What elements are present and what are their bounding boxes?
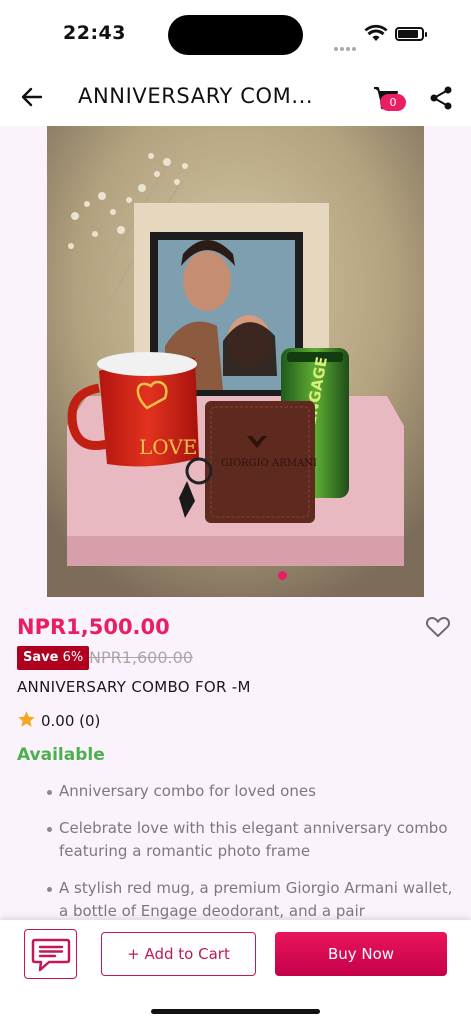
page-title: ANNIVERSARY COM... (78, 84, 314, 108)
app-header: ANNIVERSARY COM... 0 (0, 68, 471, 126)
chat-icon (31, 938, 71, 972)
home-indicator[interactable] (151, 1009, 320, 1014)
discount-badge: Save 6% (17, 646, 90, 670)
feature-item: A stylish red mug, a premium Giorgio Arm… (44, 877, 454, 920)
status-time: 22:43 (63, 22, 126, 44)
share-icon[interactable] (428, 85, 454, 111)
wallet-label: GIORGIO ARMANI (221, 458, 317, 469)
add-to-cart-button[interactable]: + Add to Cart (101, 932, 256, 976)
chat-button[interactable] (24, 929, 77, 979)
arrow-left-icon[interactable] (18, 83, 46, 111)
cart-count-badge: 0 (380, 94, 406, 111)
rating-value: 0.00 (0) (41, 712, 101, 730)
star-icon (18, 711, 35, 727)
dynamic-island (168, 15, 303, 55)
product-price: NPR1,500.00 (17, 615, 170, 639)
mug-label: LOVE (139, 435, 197, 459)
heart-icon[interactable] (425, 615, 451, 639)
product-detail: ENGAGE LOVE GIORGIO ARMANI NPR1,500.00 S… (0, 126, 471, 920)
battery-icon (395, 27, 427, 41)
feature-item: Celebrate love with this elegant anniver… (44, 817, 454, 863)
save-percent: 6% (62, 650, 84, 665)
status-bar: 22:43 (0, 0, 471, 68)
product-name: ANNIVERSARY COMBO FOR -M (17, 678, 251, 696)
signal-icon (334, 36, 358, 55)
buy-now-button[interactable]: Buy Now (275, 932, 447, 976)
original-price: NPR1,600.00 (89, 648, 193, 667)
bottom-action-bar: + Add to Cart Buy Now (0, 920, 471, 1024)
wifi-icon (364, 24, 388, 41)
availability-status: Available (17, 745, 105, 765)
product-image[interactable]: ENGAGE LOVE GIORGIO ARMANI (47, 126, 424, 597)
feature-list: Anniversary combo for loved ones Celebra… (44, 780, 454, 920)
feature-item: Anniversary combo for loved ones (44, 780, 454, 803)
product-photo-illustration: ENGAGE LOVE GIORGIO ARMANI (47, 126, 424, 597)
save-label: Save (23, 650, 59, 665)
carousel-indicator[interactable] (278, 571, 287, 580)
